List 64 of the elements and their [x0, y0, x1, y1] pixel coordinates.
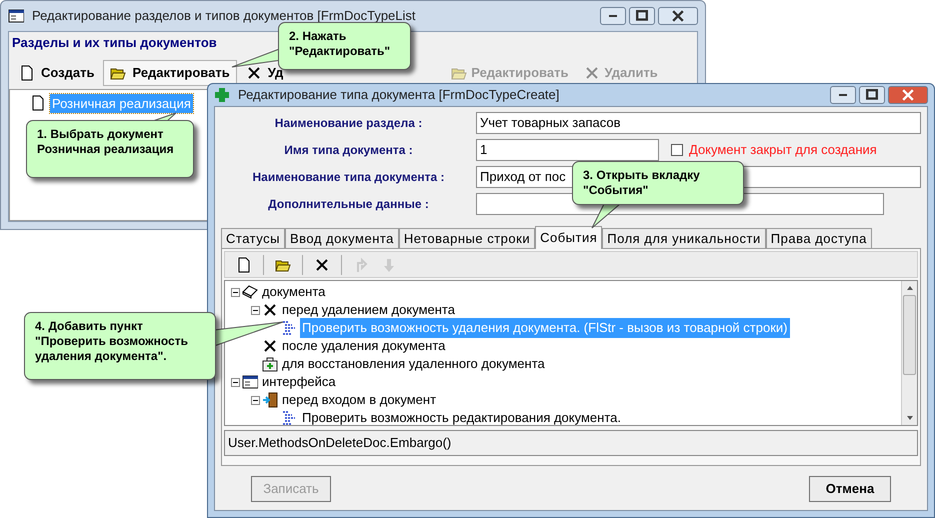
checkbox-label: Документ закрыт для создания: [689, 140, 877, 159]
cross-icon: [314, 256, 330, 272]
input-field[interactable]: 1: [476, 138, 659, 160]
callout: 4. Добавить пункт "Проверить возможность удаления документа".: [24, 312, 216, 380]
collapse-icon[interactable]: [251, 396, 260, 404]
cross-icon: [262, 302, 278, 318]
tree-item[interactable]: для восстановления удаленного документа: [280, 354, 547, 374]
page-icon: [236, 256, 252, 272]
minimize-icon: [608, 14, 618, 18]
code-field[interactable]: User.MethodsOnDeleteDoc.Embargo(): [224, 430, 918, 456]
tab[interactable]: События: [535, 226, 602, 249]
callout: 1. Выбрать документ Розничная реализация: [26, 120, 194, 178]
page-icon: [30, 95, 46, 112]
tree-item[interactable]: перед удалением документа: [280, 300, 457, 320]
checkbox[interactable]: [671, 144, 683, 156]
input-field[interactable]: Учет товарных запасов: [476, 112, 921, 134]
callout-pointer: [214, 322, 284, 347]
tree-item[interactable]: перед входом в документ: [280, 390, 438, 410]
maximize-button[interactable]: [629, 7, 655, 25]
tab[interactable]: Ввод документа: [284, 228, 399, 248]
tab[interactable]: Нетоварные строки: [398, 228, 536, 248]
close-icon: [902, 89, 914, 101]
toolbar-button[interactable]: Редактировать: [103, 60, 237, 86]
plus-icon: [214, 87, 230, 103]
maximize-icon: [636, 10, 648, 22]
window-icon: [8, 8, 24, 24]
close-button[interactable]: [658, 7, 698, 25]
minimize-icon: [838, 93, 848, 97]
collapse-icon[interactable]: [231, 288, 240, 296]
field-label: Дополнительные данные :: [267, 196, 430, 212]
tree-item[interactable]: Проверить возможность редактирования документа.: [300, 408, 623, 425]
list-icon: [282, 410, 298, 425]
tab[interactable]: Права доступа: [766, 228, 872, 248]
tab[interactable]: Поля для уникальности: [602, 228, 766, 248]
field-label: Наименование типа документа :: [251, 168, 446, 186]
cross-icon: [262, 338, 278, 354]
collapse-icon[interactable]: [251, 306, 260, 314]
page-icon: [19, 64, 35, 80]
cross-icon: [584, 64, 600, 80]
section-header: Разделы и их типы документов: [11, 34, 218, 52]
tab[interactable]: Статусы: [221, 228, 285, 248]
window-title: Редактирование типа документа [FrmDocTypeCreate]: [238, 86, 560, 104]
maximize-button[interactable]: [859, 86, 885, 104]
tree-item[interactable]: интерфейса: [260, 372, 338, 392]
field-label: Имя типа документа :: [283, 142, 414, 158]
arrow-down-icon: [381, 256, 397, 272]
tree-item[interactable]: документа: [260, 282, 328, 302]
close-icon: [672, 10, 684, 22]
minimize-button[interactable]: [830, 86, 856, 104]
collapse-icon[interactable]: [231, 378, 240, 386]
minimize-button[interactable]: [600, 7, 626, 25]
maximize-icon: [866, 89, 878, 101]
callout: 2. Нажать "Редактировать": [278, 22, 411, 70]
field-label: Наименование раздела :: [274, 114, 424, 132]
door-icon: [262, 392, 278, 408]
dialog-button[interactable]: Отмена: [809, 476, 891, 502]
medkit-icon: [262, 356, 278, 372]
scrollbar[interactable]: [901, 281, 917, 425]
tree-item[interactable]: после удаления документа: [280, 336, 448, 356]
book-icon: [242, 284, 258, 300]
list-icon: [282, 320, 298, 336]
cross-icon: [246, 64, 262, 80]
toolbar-button[interactable]: Создать: [12, 60, 102, 86]
window-icon: [242, 374, 258, 390]
